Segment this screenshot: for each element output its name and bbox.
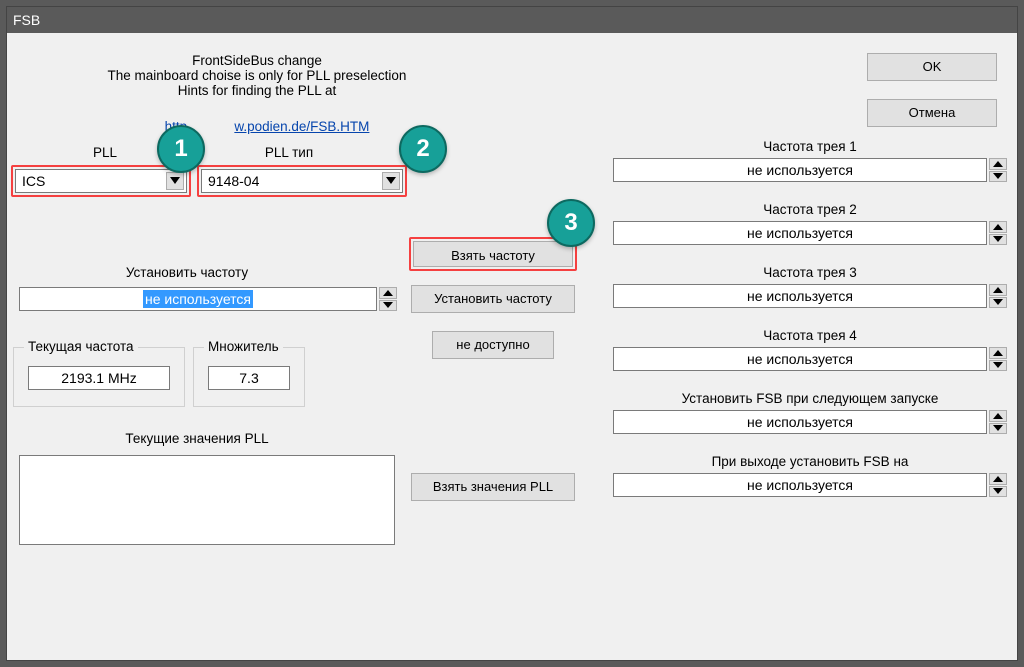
tray-field-4[interactable]: не используется <box>613 347 987 371</box>
set-freq-field[interactable]: не используется <box>19 287 377 311</box>
pll-combo[interactable]: ICS <box>15 169 187 193</box>
chevron-down-icon[interactable] <box>166 172 184 190</box>
tray-spin-down-4[interactable] <box>989 360 1007 372</box>
tray-field-5[interactable]: не используется <box>613 410 987 434</box>
tray-spin-up-4[interactable] <box>989 347 1007 359</box>
header-line-2: The mainboard choise is only for PLL pre… <box>77 68 437 83</box>
header-line-1: FrontSideBus change <box>77 53 437 68</box>
tray-label-3: Частота трея 3 <box>613 265 1007 280</box>
current-pll-vals-field <box>19 455 395 545</box>
tray-spin-down-5[interactable] <box>989 423 1007 435</box>
window-title: FSB <box>13 12 40 28</box>
tray-field-2[interactable]: не используется <box>613 221 987 245</box>
multiplier-value: 7.3 <box>239 370 258 386</box>
pll-type-label: PLL тип <box>239 145 339 160</box>
tray-spin-up-5[interactable] <box>989 410 1007 422</box>
current-pll-vals-label: Текущие значения PLL <box>87 431 307 446</box>
tray-spin-up-3[interactable] <box>989 284 1007 296</box>
set-freq-value: не используется <box>143 290 253 308</box>
header-line-3: Hints for finding the PLL at <box>77 83 437 98</box>
client-area: FrontSideBus change The mainboard choise… <box>7 33 1017 660</box>
pll-type-combo[interactable]: 9148-04 <box>201 169 403 193</box>
current-freq-field: 2193.1 MHz <box>28 366 170 390</box>
tray-spin-down-6[interactable] <box>989 486 1007 498</box>
tray-spin-down-1[interactable] <box>989 171 1007 183</box>
ok-button[interactable]: OK <box>867 53 997 81</box>
set-frequency-button[interactable]: Установить частоту <box>411 285 575 313</box>
tray-label-6: При выходе установить FSB на <box>613 454 1007 469</box>
spin-down-button[interactable] <box>379 300 397 312</box>
take-pll-values-button[interactable]: Взять значения PLL <box>411 473 575 501</box>
tray-field-1[interactable]: не используется <box>613 158 987 182</box>
spin-up-button[interactable] <box>379 287 397 299</box>
tray-label-5: Установить FSB при следующем запуске <box>613 391 1007 406</box>
tray-label-2: Частота трея 2 <box>613 202 1007 217</box>
tray-spin-up-6[interactable] <box>989 473 1007 485</box>
tray-field-3[interactable]: не используется <box>613 284 987 308</box>
current-freq-group-title: Текущая частота <box>24 339 138 354</box>
step-badge-2: 2 <box>399 125 447 173</box>
current-freq-value: 2193.1 MHz <box>61 370 136 386</box>
pll-type-combo-value: 9148-04 <box>208 173 259 189</box>
tray-label-1: Частота трея 1 <box>613 139 1007 154</box>
tray-label-4: Частота трея 4 <box>613 328 1007 343</box>
tray-spin-down-2[interactable] <box>989 234 1007 246</box>
chevron-down-icon[interactable] <box>382 172 400 190</box>
pll-combo-value: ICS <box>22 173 45 189</box>
tray-spin-up-2[interactable] <box>989 221 1007 233</box>
tray-spin-up-1[interactable] <box>989 158 1007 170</box>
multiplier-field: 7.3 <box>208 366 290 390</box>
take-frequency-button[interactable]: Взять частоту <box>413 241 573 267</box>
title-bar: FSB <box>7 7 1017 33</box>
not-available-button[interactable]: не доступно <box>432 331 554 359</box>
set-freq-label: Установить частоту <box>87 265 287 280</box>
step-badge-1: 1 <box>157 125 205 173</box>
multiplier-group-title: Множитель <box>204 339 283 354</box>
cancel-button[interactable]: Отмена <box>867 99 997 127</box>
tray-spin-down-3[interactable] <box>989 297 1007 309</box>
pll-label: PLL <box>65 145 145 160</box>
tray-field-6[interactable]: не используется <box>613 473 987 497</box>
step-badge-3: 3 <box>547 199 595 247</box>
